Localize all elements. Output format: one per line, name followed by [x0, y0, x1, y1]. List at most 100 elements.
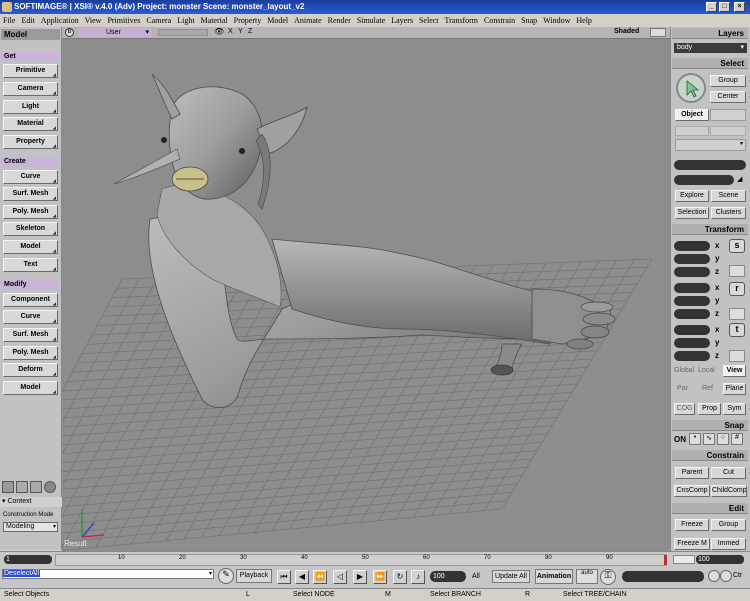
search-arrow-icon[interactable]: ◢ [737, 175, 742, 183]
freeze-m-button[interactable]: Freeze M [674, 538, 710, 550]
sym-button[interactable]: Sym [723, 403, 746, 415]
snap-curve-icon[interactable]: ∿ [703, 433, 715, 445]
monster-model[interactable] [113, 73, 616, 408]
modify-deform-button[interactable]: Deform [3, 363, 58, 377]
translate-tool-icon[interactable]: t [729, 323, 745, 337]
timeline-end-field[interactable]: 100 [696, 555, 744, 564]
view-ref-button[interactable]: View [723, 365, 746, 377]
rotate-lock-icon[interactable] [729, 308, 745, 320]
menu-file[interactable]: File [3, 14, 15, 27]
rotate-y-field[interactable] [674, 296, 710, 306]
menu-constrain[interactable]: Constrain [484, 14, 515, 27]
viewport-x-axis[interactable]: X [228, 28, 233, 35]
menu-help[interactable]: Help [576, 14, 592, 27]
translate-lock-icon[interactable] [729, 350, 745, 362]
translate-x-field[interactable] [674, 325, 710, 335]
playback-menu[interactable]: Playback [236, 569, 272, 583]
childcomp-button[interactable]: ChildComp [711, 485, 747, 497]
brush-tool-icon[interactable] [30, 481, 42, 493]
modify-curve-button[interactable]: Curve [3, 310, 58, 324]
cnscomp-button[interactable]: CnsComp [674, 485, 710, 497]
maximize-button[interactable]: □ [719, 2, 730, 12]
par-ref-button[interactable]: Par [677, 385, 688, 392]
filter-slot[interactable] [710, 109, 746, 121]
menu-model[interactable]: Model [267, 14, 288, 27]
prev-frame-icon[interactable]: ⏪ [313, 570, 327, 584]
select-header[interactable]: Select [672, 58, 748, 69]
timeline-ruler[interactable]: 10 20 30 40 50 60 70 80 90 [55, 554, 667, 566]
timeline[interactable]: 1 10 20 30 40 50 60 70 80 90 100 [0, 551, 750, 567]
freeze-button[interactable]: Freeze [675, 519, 709, 531]
plane-ref-button[interactable]: Plane [723, 383, 746, 395]
minimize-button[interactable]: _ [706, 2, 717, 12]
scale-y-field[interactable] [674, 254, 710, 264]
selection-name-field[interactable] [674, 160, 746, 170]
modify-model-button[interactable]: Model [3, 381, 58, 395]
selection-filter-menu[interactable]: ▾ [675, 139, 746, 151]
transform-header[interactable]: Transform [672, 224, 748, 235]
current-frame-field[interactable]: 100 [430, 571, 466, 582]
parent-button[interactable]: Parent [675, 467, 709, 479]
animation-menu[interactable]: Animation [535, 569, 573, 584]
translate-y-field[interactable] [674, 338, 710, 348]
cut-button[interactable]: Cut [711, 467, 746, 479]
get-material-button[interactable]: Material [3, 117, 58, 131]
snap-grid-icon[interactable]: # [731, 433, 743, 445]
scale-x-field[interactable] [674, 241, 710, 251]
sphere-tool-icon[interactable] [44, 481, 56, 493]
prop-button[interactable]: Prop [698, 403, 721, 415]
translate-z-field[interactable] [674, 351, 710, 361]
construction-mode-select[interactable]: Modeling ▾ [3, 522, 58, 532]
scale-tool-icon[interactable]: s [729, 239, 745, 253]
menu-render[interactable]: Render [328, 14, 351, 27]
menu-edit[interactable]: Edit [21, 14, 34, 27]
3d-viewport[interactable]: Result [62, 39, 670, 551]
menu-layers[interactable]: Layers [391, 14, 413, 27]
timeline-start-field[interactable]: 1 [4, 555, 52, 564]
group-button[interactable]: Group [710, 75, 746, 87]
autokey-toggle[interactable]: auto [576, 569, 598, 584]
play-forward-icon[interactable]: ▶ [353, 570, 367, 584]
modify-poly-mesh-button[interactable]: Poly. Mesh [3, 346, 58, 360]
select-tool-button[interactable] [676, 73, 706, 103]
ref-ref-button[interactable]: Ref [702, 385, 713, 392]
get-property-button[interactable]: Property [3, 135, 58, 149]
scene-button[interactable]: Scene [711, 190, 746, 202]
get-primitive-button[interactable]: Primitive [3, 64, 58, 78]
group-edit-button[interactable]: Group [711, 519, 746, 531]
selection-button[interactable]: Selection [675, 207, 709, 219]
update-all-button[interactable]: Update All [492, 570, 530, 583]
loop-icon[interactable]: ↻ [393, 570, 407, 584]
get-light-button[interactable]: Light [3, 100, 58, 114]
menu-application[interactable]: Application [41, 14, 79, 27]
selection-search-field[interactable] [674, 175, 734, 185]
eye-icon[interactable]: 👁 [214, 27, 224, 36]
viewport-memo-slots[interactable] [158, 29, 208, 36]
viewport-maximize-icon[interactable] [650, 28, 666, 37]
playhead[interactable] [664, 555, 667, 565]
local-ref-button[interactable]: Local [698, 367, 715, 374]
viewport-z-axis[interactable]: Z [248, 28, 252, 35]
rotate-x-field[interactable] [674, 283, 710, 293]
bone-tool-icon[interactable] [16, 481, 28, 493]
key-next-icon[interactable] [720, 570, 732, 582]
immed-button[interactable]: Immed [711, 538, 746, 550]
filter-slot-2[interactable] [675, 126, 709, 136]
viewport-b-icon[interactable]: B [65, 28, 74, 37]
key-value-field[interactable] [622, 571, 704, 582]
viewport-y-axis[interactable]: Y [238, 28, 243, 35]
menu-light[interactable]: Light [177, 14, 194, 27]
cube-tool-icon[interactable] [2, 481, 14, 493]
snap-header[interactable]: Snap [672, 420, 748, 431]
create-text-button[interactable]: Text [3, 258, 58, 272]
menu-material[interactable]: Material [201, 14, 228, 27]
create-skeleton-button[interactable]: Skeleton [3, 222, 58, 236]
menu-select[interactable]: Select [419, 14, 439, 27]
audio-icon[interactable]: ♪ [411, 570, 425, 584]
clusters-button[interactable]: Clusters [711, 207, 746, 219]
timeline-end-icon[interactable] [673, 555, 695, 564]
next-frame-icon[interactable]: ⏩ [373, 570, 387, 584]
object-filter-button[interactable]: Object [675, 109, 709, 121]
edit-header[interactable]: Edit [672, 503, 748, 514]
modify-component-button[interactable]: Component [3, 293, 58, 307]
